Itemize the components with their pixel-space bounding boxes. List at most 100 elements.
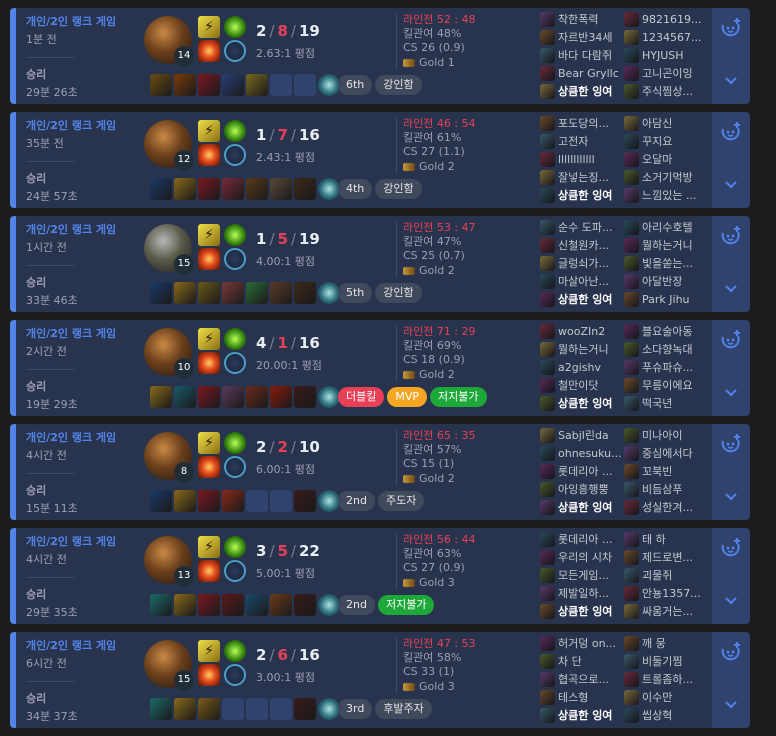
participant[interactable]: Sabjl린da xyxy=(540,426,622,444)
summoner-name[interactable]: 자르반34세 xyxy=(558,29,612,45)
item-icon[interactable] xyxy=(222,282,244,304)
summoner-name[interactable]: wooZIn2 xyxy=(558,325,605,338)
summoner-name[interactable]: 느낌있는 ... xyxy=(642,187,696,203)
item-icon[interactable] xyxy=(198,178,220,200)
summoner-name[interactable]: 우리의 시차 xyxy=(558,549,612,565)
secondary-rune-icon[interactable] xyxy=(224,664,246,686)
participant[interactable]: 잘넣는징... xyxy=(540,168,622,186)
match-card[interactable]: 개인/2인 랭크 게임 35분 전 승리 24분 57초 12 ⚡ 1/7/16… xyxy=(10,112,750,208)
add-match-icon[interactable] xyxy=(720,536,742,558)
ward-trinket-icon[interactable] xyxy=(318,282,340,304)
summoner-name[interactable]: 깨 뭉 xyxy=(642,635,666,651)
summoner-name[interactable]: 상큼한 잉여 xyxy=(558,291,612,307)
participant[interactable]: 오달마 xyxy=(624,150,706,168)
champion-icon[interactable]: 8 xyxy=(144,432,194,482)
participant[interactable]: 안뇽1357... xyxy=(624,584,706,602)
match-card[interactable]: 개인/2인 랭크 게임 1분 전 승리 29분 26초 14 ⚡ 2/8/19 … xyxy=(10,8,750,104)
ward-trinket-icon[interactable] xyxy=(318,386,340,408)
summoner-name[interactable]: 무릉이에요 xyxy=(642,377,693,393)
participant[interactable]: 중심에서다 xyxy=(624,444,706,462)
participant[interactable]: Park Jihu xyxy=(624,290,706,308)
summoner-name[interactable]: a2gishv xyxy=(558,361,601,374)
participant[interactable]: 협곡으로... xyxy=(540,670,622,688)
ignite-spell-icon[interactable] xyxy=(198,144,220,166)
participant[interactable]: 철만이닷 xyxy=(540,376,622,394)
item-icon[interactable] xyxy=(246,594,268,616)
participant[interactable]: 마살아난... xyxy=(540,272,622,290)
summoner-name[interactable]: 1234567... xyxy=(642,31,701,44)
flash-spell-icon[interactable]: ⚡ xyxy=(198,432,220,454)
summoner-name[interactable]: 고니곤이잉 xyxy=(642,65,693,81)
participant[interactable]: 차 단 xyxy=(540,652,622,670)
secondary-rune-icon[interactable] xyxy=(224,560,246,582)
participant[interactable]: 포도당의... xyxy=(540,114,622,132)
summoner-name[interactable]: 상큼한 잉여 xyxy=(558,187,612,203)
item-icon[interactable] xyxy=(150,490,172,512)
summoner-name[interactable]: 트롤좀하... xyxy=(642,671,693,687)
champion-icon[interactable]: 12 xyxy=(144,120,194,170)
item-icon[interactable] xyxy=(294,178,316,200)
participant[interactable]: 싸움거는... xyxy=(624,602,706,620)
summoner-name[interactable]: 푸슈파슈... xyxy=(642,359,693,375)
summoner-name[interactable]: 9821619... xyxy=(642,13,701,26)
summoner-name[interactable]: Bear Gryllc xyxy=(558,67,619,80)
summoner-name[interactable]: 신철원카... xyxy=(558,237,609,253)
participant[interactable]: 괴물쥐 xyxy=(624,566,706,584)
summoner-name[interactable]: 블요술아동 xyxy=(642,323,693,339)
add-match-icon[interactable] xyxy=(720,120,742,142)
summoner-name[interactable]: 싸움거는... xyxy=(642,603,693,619)
item-icon[interactable] xyxy=(270,386,292,408)
add-match-icon[interactable] xyxy=(720,224,742,246)
empty-item-slot[interactable] xyxy=(270,698,292,720)
item-icon[interactable] xyxy=(270,594,292,616)
item-icon[interactable] xyxy=(222,74,244,96)
participant[interactable]: 소거기먹방 xyxy=(624,168,706,186)
participant[interactable]: 자르반34세 xyxy=(540,28,622,46)
summoner-name[interactable]: ohnesuku... xyxy=(558,447,622,460)
summoner-name[interactable]: 아리수호텔 xyxy=(642,219,693,235)
summoner-name[interactable]: 뭘하는거니 xyxy=(642,237,693,253)
participant[interactable]: 미나아이 xyxy=(624,426,706,444)
participant[interactable]: Bear Gryllc xyxy=(540,64,622,82)
item-icon[interactable] xyxy=(294,386,316,408)
ignite-spell-icon[interactable] xyxy=(198,40,220,62)
champion-icon[interactable]: 15 xyxy=(144,224,194,274)
participant[interactable]: 9821619... xyxy=(624,10,706,28)
participant[interactable]: 제발일하... xyxy=(540,584,622,602)
item-icon[interactable] xyxy=(174,282,196,304)
item-icon[interactable] xyxy=(150,178,172,200)
ignite-spell-icon[interactable] xyxy=(198,456,220,478)
summoner-name[interactable]: 마살아난... xyxy=(558,273,609,289)
participant[interactable]: 떡국년 xyxy=(624,394,706,412)
participant[interactable]: 주식찜상... xyxy=(624,82,706,100)
summoner-name[interactable]: 아잉흥행뿡 xyxy=(558,481,609,497)
summoner-name[interactable]: 비둘기찜 xyxy=(642,653,682,669)
flash-spell-icon[interactable]: ⚡ xyxy=(198,640,220,662)
participant[interactable]: llllllllllll xyxy=(540,150,622,168)
summoner-name[interactable]: 허거덩 on... xyxy=(558,635,616,651)
item-icon[interactable] xyxy=(198,74,220,96)
participant[interactable]: 상큼한 잉여 xyxy=(540,290,622,308)
participant[interactable]: 무릉이에요 xyxy=(624,376,706,394)
item-icon[interactable] xyxy=(198,594,220,616)
summoner-name[interactable]: 글렁쇠가... xyxy=(558,255,609,271)
summoner-name[interactable]: 상큼한 잉여 xyxy=(558,603,612,619)
chevron-down-icon[interactable] xyxy=(723,72,739,88)
item-icon[interactable] xyxy=(294,594,316,616)
participant[interactable]: 순수 도파... xyxy=(540,218,622,236)
secondary-rune-icon[interactable] xyxy=(224,352,246,374)
participant[interactable]: 꾸지요 xyxy=(624,132,706,150)
champion-icon[interactable]: 13 xyxy=(144,536,194,586)
participant[interactable]: 뭘하는거니 xyxy=(540,340,622,358)
add-match-icon[interactable] xyxy=(720,432,742,454)
item-icon[interactable] xyxy=(294,490,316,512)
participant[interactable]: 제드로변... xyxy=(624,548,706,566)
summoner-name[interactable]: 모든게임... xyxy=(558,567,609,583)
participant[interactable]: 상큼한 잉여 xyxy=(540,706,622,724)
participant[interactable]: 빛을쏟는... xyxy=(624,254,706,272)
item-icon[interactable] xyxy=(294,698,316,720)
summoner-name[interactable]: 떡국년 xyxy=(642,395,672,411)
participant[interactable]: 아달반장 xyxy=(624,272,706,290)
ward-trinket-icon[interactable] xyxy=(318,74,340,96)
participant[interactable]: 모든게임... xyxy=(540,566,622,584)
